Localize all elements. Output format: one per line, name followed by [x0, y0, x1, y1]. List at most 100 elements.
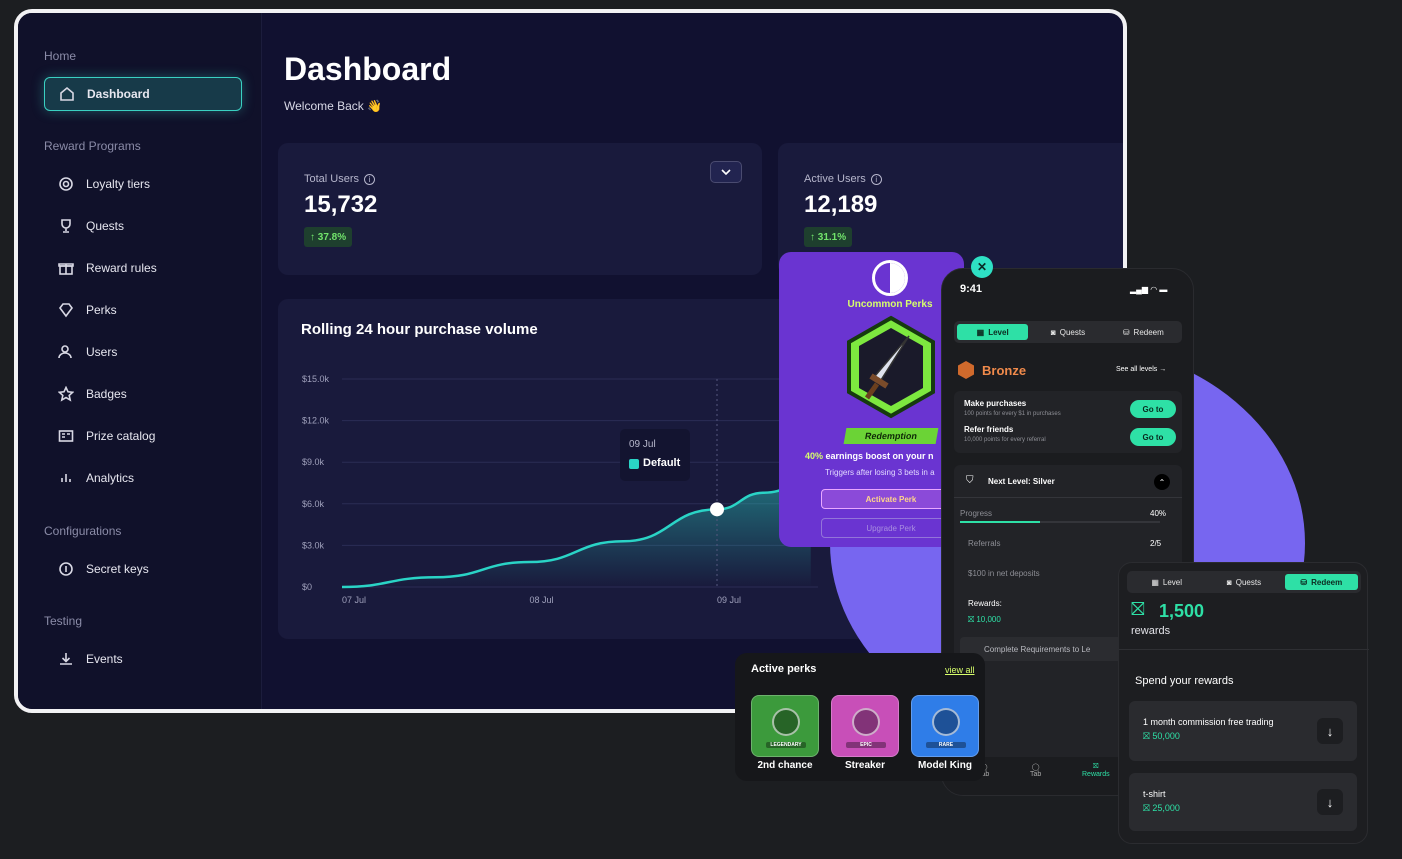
task-title: Make purchases — [964, 399, 1027, 408]
tab-circle-icon: ◯ — [1031, 764, 1040, 771]
reward-item-cost: ⛝ 25,000 — [1143, 803, 1180, 814]
tab-label: Tab — [1030, 771, 1042, 778]
tab-label: Level — [988, 327, 1009, 337]
sidebar-section-testing: Testing — [44, 614, 83, 628]
tier-name: Bronze — [982, 363, 1027, 378]
redeem-icon: ⛁ — [1122, 327, 1130, 337]
reward-cost-value: 25,000 — [1152, 803, 1180, 813]
reward-item-cost: ⛝ 50,000 — [1143, 731, 1180, 742]
tab-redeem[interactable]: ⛁ Redeem — [1284, 574, 1358, 590]
y-tick-label: $15.0k — [302, 374, 330, 384]
info-icon[interactable]: i — [870, 173, 882, 185]
star-icon — [58, 386, 74, 402]
arrow-down-icon[interactable]: ↓ — [1317, 789, 1343, 815]
loyalty-icon — [59, 177, 73, 191]
active-users-value: 12,189 — [804, 191, 878, 218]
rewards-label: Rewards: — [968, 599, 1002, 608]
sidebar-item-prize-catalog[interactable]: Prize catalog — [44, 419, 242, 453]
info-icon[interactable]: i — [364, 173, 376, 185]
active-perks-title: Active perks — [751, 663, 817, 675]
chart-title: Rolling 24 hour purchase volume — [301, 321, 538, 338]
gift-icon: ⛝ — [1143, 731, 1150, 741]
sidebar-item-users[interactable]: Users — [44, 335, 242, 369]
stat-label-text: Total Users — [304, 173, 360, 185]
referrals-label: Referrals — [968, 539, 1001, 548]
perk-rarity: LEGENDARY — [766, 742, 806, 748]
tab-label: Rewards — [1082, 771, 1110, 778]
perk-badge[interactable]: LEGENDARY — [751, 695, 819, 757]
tab-level[interactable]: ▦ Level — [957, 324, 1029, 340]
stat-label-text: Active Users — [804, 173, 866, 185]
rewards-amount-label: rewards — [1131, 625, 1171, 637]
tab-level[interactable]: ▦ Level — [1130, 574, 1203, 590]
sidebar-item-perks[interactable]: Perks — [44, 293, 242, 327]
page-title: Dashboard — [284, 51, 452, 87]
bottom-tab-rewards[interactable]: ⛝ Rewards — [1082, 763, 1110, 778]
perk-emblem-icon — [932, 708, 960, 736]
tab-redeem[interactable]: ⛁ Redeem — [1108, 324, 1179, 340]
go-to-referrals-button[interactable]: Go to — [1130, 428, 1176, 446]
reward-item[interactable]: 1 month commission free trading ⛝ 50,000… — [1129, 701, 1357, 761]
perk-badge[interactable]: EPIC — [831, 695, 899, 757]
data-point[interactable] — [710, 502, 724, 517]
deposits-label: $100 in net deposits — [968, 569, 1040, 578]
diamond-icon — [59, 303, 73, 318]
tab-label: Level — [1162, 577, 1182, 587]
sidebar-item-loyalty-tiers[interactable]: Loyalty tiers — [44, 167, 242, 201]
go-to-purchases-button[interactable]: Go to — [1130, 400, 1176, 418]
sidebar-item-dashboard[interactable]: Dashboard — [44, 77, 242, 111]
y-tick-label: $12.0k — [302, 416, 330, 426]
sidebar-item-quests[interactable]: Quests — [44, 209, 242, 243]
tab-quests[interactable]: ◙ Quests — [1207, 574, 1280, 590]
catalog-icon — [58, 430, 74, 442]
gift-icon — [58, 263, 74, 275]
trophy-icon — [61, 219, 71, 233]
divider — [954, 497, 1182, 498]
view-all-link[interactable]: view all — [945, 665, 975, 675]
activate-perk-button[interactable]: Activate Perk — [821, 489, 961, 509]
period-dropdown[interactable] — [710, 161, 742, 183]
sidebar-section-home: Home — [44, 49, 77, 63]
bottom-tab-2[interactable]: ◯ Tab — [1030, 763, 1041, 778]
tab-label: Redeem — [1311, 577, 1343, 587]
chevron-up-icon[interactable]: ⌃ — [1154, 474, 1170, 490]
sidebar-item-label: Events — [86, 652, 123, 666]
close-icon[interactable]: ✕ — [971, 256, 993, 278]
sidebar-item-label: Badges — [86, 387, 127, 401]
tab-label: Quests — [1059, 327, 1086, 337]
active-perks-panel: Active perks view all LEGENDARY 2nd chanc… — [735, 653, 985, 781]
sidebar-item-secret-keys[interactable]: Secret keys — [44, 552, 242, 586]
perk-rarity: EPIC — [846, 742, 886, 748]
perk-rarity: RARE — [926, 742, 966, 748]
see-all-levels-link[interactable]: See all levels → — [1116, 366, 1166, 373]
perk-badge[interactable]: RARE — [911, 695, 979, 757]
progress-value: 40% — [1150, 509, 1167, 518]
phone-tabs: ▦ Level ◙ Quests ⛁ Redeem — [954, 321, 1182, 343]
sidebar-item-events[interactable]: Events — [44, 642, 242, 676]
upgrade-perk-button[interactable]: Upgrade Perk — [821, 518, 961, 538]
sidebar-item-reward-rules[interactable]: Reward rules — [44, 251, 242, 285]
sidebar-item-label: Reward rules — [86, 261, 157, 275]
sidebar-item-badges[interactable]: Badges — [44, 377, 242, 411]
tab-quests[interactable]: ◙ Quests — [1032, 324, 1103, 340]
boost-description: earnings boost on your n — [825, 451, 934, 461]
download-icon — [60, 653, 72, 665]
perk-card: Uncommon Perks Redemption 40% earnings b… — [779, 252, 964, 547]
referrals-value: 2/5 — [1150, 539, 1162, 548]
tooltip-series: Default — [643, 457, 681, 469]
arrow-down-icon[interactable]: ↓ — [1317, 718, 1343, 744]
divider — [1119, 649, 1369, 650]
total-users-card: Total Users i 15,732 ↑ 37.8% — [278, 143, 762, 275]
level-icon: ▦ — [1151, 577, 1159, 587]
reward-item[interactable]: t-shirt ⛝ 25,000 ↓ — [1129, 773, 1357, 831]
gift-icon: ⛝ — [1143, 803, 1150, 813]
spend-rewards-title: Spend your rewards — [1135, 675, 1234, 687]
sidebar-item-analytics[interactable]: Analytics — [44, 461, 242, 495]
perk-name: Streaker — [844, 760, 886, 771]
chevron-down-icon — [721, 169, 731, 175]
sidebar-item-label: Loyalty tiers — [86, 177, 151, 191]
perk-name: Model King — [918, 760, 972, 771]
progress-label: Progress — [960, 509, 993, 518]
gift-icon: ⛝ — [1093, 763, 1099, 770]
perk-name: 2nd chance — [757, 760, 813, 771]
